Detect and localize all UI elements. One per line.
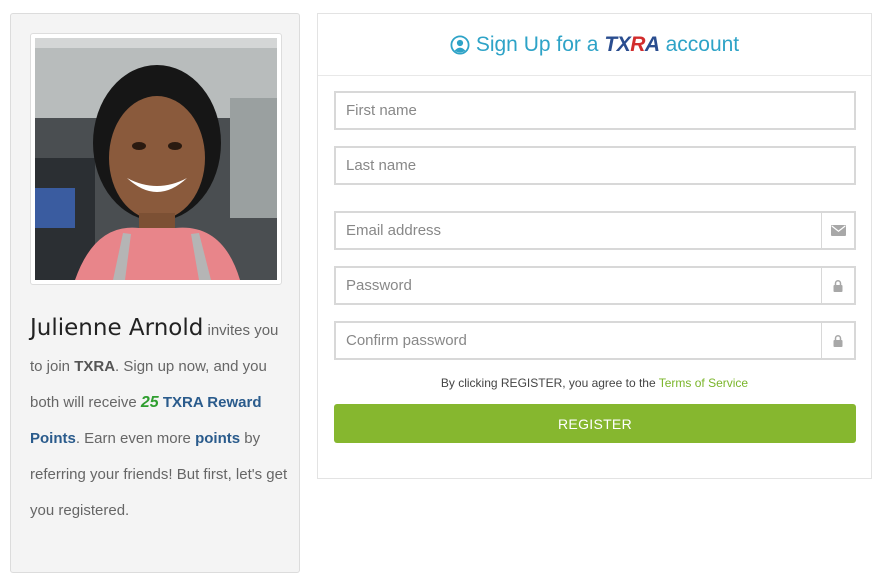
user-circle-icon [450, 34, 470, 55]
confirm-password-input[interactable] [336, 323, 821, 358]
confirm-password-addon [821, 323, 854, 358]
signup-title-prefix: Sign Up for a [475, 32, 599, 56]
txra-logo-tx: TX [604, 32, 631, 56]
confirm-password-field [334, 321, 856, 360]
points-amount: 25 [140, 394, 159, 411]
brand-name: TXRA [74, 358, 116, 375]
signup-title-suffix: account [665, 32, 740, 56]
register-button[interactable]: REGISTER [334, 404, 856, 443]
txra-logo-a: A [644, 32, 660, 56]
password-input[interactable] [336, 268, 821, 303]
terms-of-service-link[interactable]: Terms of Service [659, 376, 748, 390]
inviter-name: Julienne Arnold [30, 315, 204, 341]
password-addon [821, 268, 854, 303]
envelope-icon [830, 225, 846, 236]
first-name-input[interactable] [336, 93, 854, 128]
email-input[interactable] [336, 213, 821, 248]
inviter-photo-frame [30, 33, 282, 285]
lock-icon [833, 334, 843, 347]
txra-logo: TXRA [604, 32, 660, 57]
email-addon [821, 213, 854, 248]
points-word: points [195, 430, 241, 447]
last-name-field [334, 146, 856, 185]
first-name-field [334, 91, 856, 130]
signup-panel: Sign Up for a TXRA account First name La… [317, 13, 872, 479]
email-field [334, 211, 856, 250]
terms-notice: By clicking REGISTER, you agree to the T… [318, 376, 871, 390]
terms-text: By clicking REGISTER, you agree to the [440, 376, 659, 390]
invite-message: Julienne Arnold invites you to join TXRA… [30, 310, 292, 529]
password-field [334, 266, 856, 305]
last-name-input[interactable] [336, 148, 854, 183]
txra-logo-r: R [630, 32, 645, 56]
invite-text-segment: . Earn even more [75, 430, 196, 447]
lock-icon [833, 279, 843, 292]
invite-card: Julienne Arnold invites you to join TXRA… [10, 13, 300, 573]
signup-header: Sign Up for a TXRA account [318, 14, 871, 76]
inviter-photo [35, 38, 277, 280]
